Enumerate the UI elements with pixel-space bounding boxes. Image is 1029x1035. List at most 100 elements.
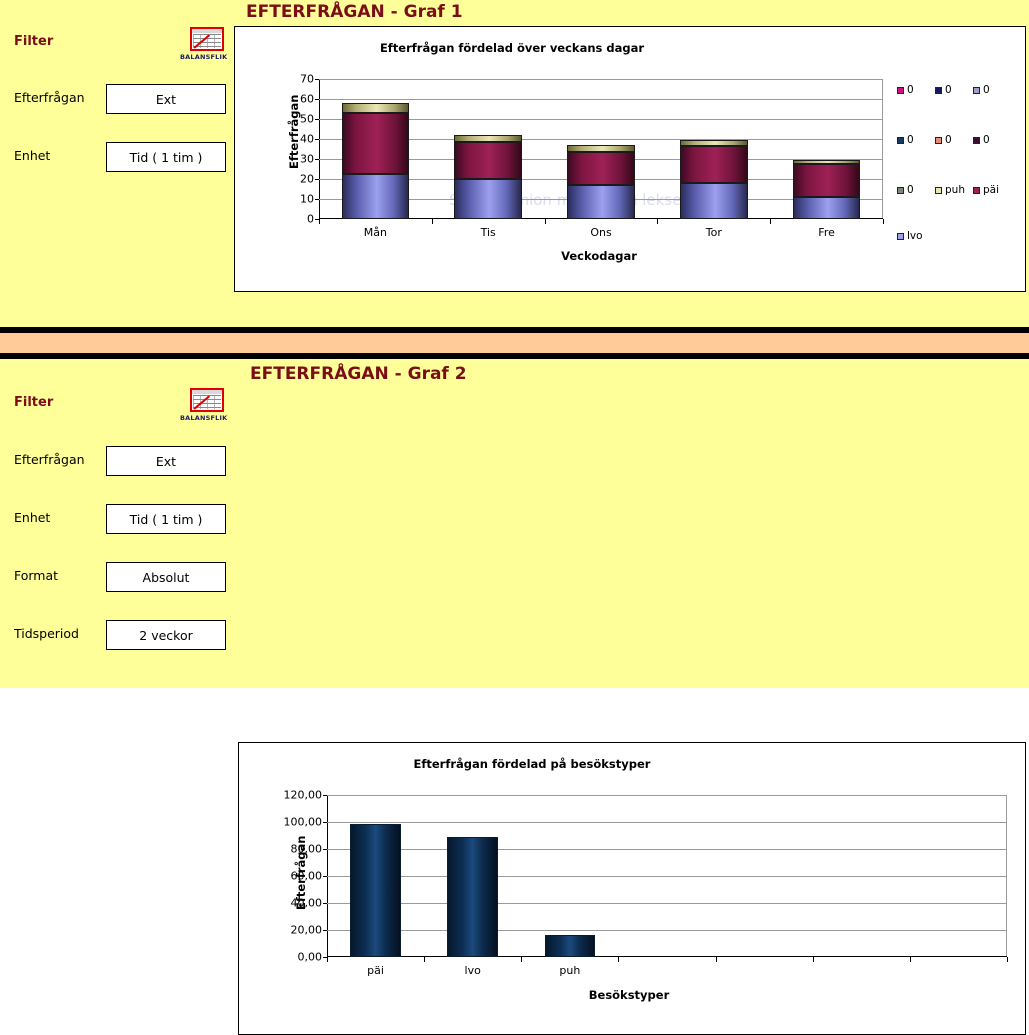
- filter-label: Enhet: [14, 148, 51, 163]
- y-tick-label: 20: [300, 172, 314, 186]
- gridline: [327, 822, 1007, 823]
- y-tick-mark: [323, 903, 327, 904]
- legend-item: 0: [935, 135, 952, 146]
- filter-value-tidsperiod-graf2[interactable]: 2 veckor: [106, 620, 226, 650]
- legend-item: 0: [973, 85, 990, 96]
- stacked-bar: [679, 140, 748, 219]
- gridline: [327, 795, 1007, 796]
- gridline: [327, 903, 1007, 904]
- x-tick-mark: [812, 957, 814, 962]
- legend-label: 0: [945, 134, 952, 146]
- bar-segment-lvo: [341, 174, 410, 219]
- plot-area-graf2: 0,00 20,00 40,00 60,00 80,00 100,00 120,00 päi l…: [284, 789, 1008, 977]
- legend-swatch: [935, 86, 942, 94]
- bar-segment-puh: [679, 140, 748, 147]
- y-tick-mark: [323, 930, 327, 931]
- bar-segment-lvo: [454, 179, 523, 219]
- filter-value-efterfragan-graf2[interactable]: Ext: [106, 446, 226, 476]
- legend-item: 0: [897, 85, 914, 96]
- balansflik-button-graf2[interactable]: BALANSFLIK: [180, 388, 227, 422]
- legend-item: 0: [897, 135, 914, 146]
- legend-swatch: [973, 186, 980, 194]
- x-tick-mark: [424, 957, 426, 962]
- y-tick-mark: [315, 159, 319, 160]
- bar-segment-lvo: [679, 183, 748, 219]
- y-axis-title-graf1: Efterfrågan: [287, 94, 301, 169]
- chart-card-graf2: Efterfrågan fördelad på besökstyper 0,00…: [238, 742, 1026, 1035]
- gridline: [327, 849, 1007, 850]
- filter-row-tidsperiod-graf2: Tidsperiod 2 veckor: [0, 620, 232, 650]
- page-title-graf2: EFTERFRÅGAN - Graf 2: [250, 364, 467, 384]
- icon-header-bar: [192, 390, 222, 394]
- legend-label: 0: [907, 184, 914, 196]
- bar-segment-päi: [454, 142, 523, 180]
- x-tick-label: Tor: [705, 226, 722, 239]
- gridline: [327, 876, 1007, 877]
- y-tick-label: 10: [300, 192, 314, 206]
- filter-value-enhet-graf2[interactable]: Tid ( 1 tim ): [106, 504, 226, 534]
- filter-row-efterfragan-graf1: Efterfrågan Ext: [0, 84, 232, 114]
- chart-title-graf2: Efterfrågan fördelad på besökstyper: [413, 757, 651, 771]
- legend-item: 0: [935, 85, 952, 96]
- chart-title-graf1: Efterfrågan fördelad över veckans dagar: [379, 41, 645, 55]
- panel-divider: [0, 330, 1029, 356]
- x-tick-mark: [618, 957, 620, 962]
- stacked-bar: [454, 135, 523, 219]
- panel-graf2: Filter BALANSFLIK Efterfrågan Ext Enhet …: [0, 356, 1029, 1035]
- y-tick-mark: [323, 795, 327, 796]
- x-tick-mark: [1007, 957, 1008, 962]
- legend-label: 0: [983, 84, 990, 96]
- y-tick-label: 60: [300, 92, 314, 106]
- legend-item: 0: [897, 185, 914, 196]
- bar-segment-päi: [567, 152, 635, 185]
- y-tick-label: 40: [300, 132, 314, 146]
- y-tick-label: 0: [307, 212, 314, 226]
- y-tick-label: 30: [300, 152, 314, 166]
- x-tick-mark: [327, 957, 328, 962]
- page-title-graf1: EFTERFRÅGAN - Graf 1: [246, 2, 463, 22]
- x-tick-mark: [319, 219, 320, 224]
- icon-header-bar: [192, 29, 222, 33]
- y-tick-mark: [315, 199, 319, 200]
- bar: [350, 824, 401, 957]
- filter-row-format-graf2: Format Absolut: [0, 562, 232, 592]
- legend-swatch: [973, 136, 980, 144]
- legend-item: päi: [973, 185, 999, 196]
- y-tick-label: 50: [300, 112, 314, 126]
- legend-swatch: [897, 232, 904, 240]
- bar-segment-päi: [679, 146, 748, 184]
- chart-legend-graf1: 0 0 0 0 0 0 0 puh päi lvo: [897, 85, 1023, 265]
- y-tick-mark: [315, 119, 319, 120]
- legend-item: 0: [973, 135, 990, 146]
- balansflik-label-graf2: BALANSFLIK: [180, 414, 228, 422]
- filter-row-enhet-graf1: Enhet Tid ( 1 tim ): [0, 142, 232, 172]
- y-tick-label: 20,00: [290, 923, 323, 937]
- plot-right-border: [882, 79, 883, 219]
- stacked-bar: [792, 160, 861, 219]
- y-tick-mark: [323, 822, 327, 823]
- y-tick-mark: [315, 139, 319, 140]
- filter-label: Tidsperiod: [14, 626, 79, 641]
- filter-heading-graf1: Filter: [14, 34, 54, 49]
- x-tick-label: Mån: [363, 226, 387, 239]
- bar-segment-puh: [792, 160, 861, 164]
- filter-value-format-graf2[interactable]: Absolut: [106, 562, 226, 592]
- filter-label: Efterfrågan: [14, 90, 85, 105]
- x-tick-label: Ons: [590, 226, 612, 239]
- gridline: [327, 930, 1007, 931]
- bar-segment-lvo: [792, 197, 861, 219]
- y-tick-mark: [315, 79, 319, 80]
- bar-segment-päi: [341, 113, 410, 174]
- x-tick-label: puh: [559, 964, 581, 977]
- gridline: [319, 99, 883, 100]
- legend-swatch: [897, 136, 904, 144]
- sidebar-graf2: Filter BALANSFLIK Efterfrågan Ext Enhet …: [0, 359, 232, 688]
- legend-label: 0: [907, 134, 914, 146]
- filter-value-enhet-graf1[interactable]: Tid ( 1 tim ): [106, 142, 226, 172]
- filter-value-efterfragan-graf1[interactable]: Ext: [106, 84, 226, 114]
- y-tick-label: 0,00: [297, 950, 323, 964]
- legend-label: puh: [945, 184, 965, 196]
- legend-label: 0: [945, 84, 952, 96]
- application-root: Filter BALANSFLIK Efterfrågan Ext Enhet …: [0, 0, 1029, 1035]
- stacked-bar: [567, 145, 635, 219]
